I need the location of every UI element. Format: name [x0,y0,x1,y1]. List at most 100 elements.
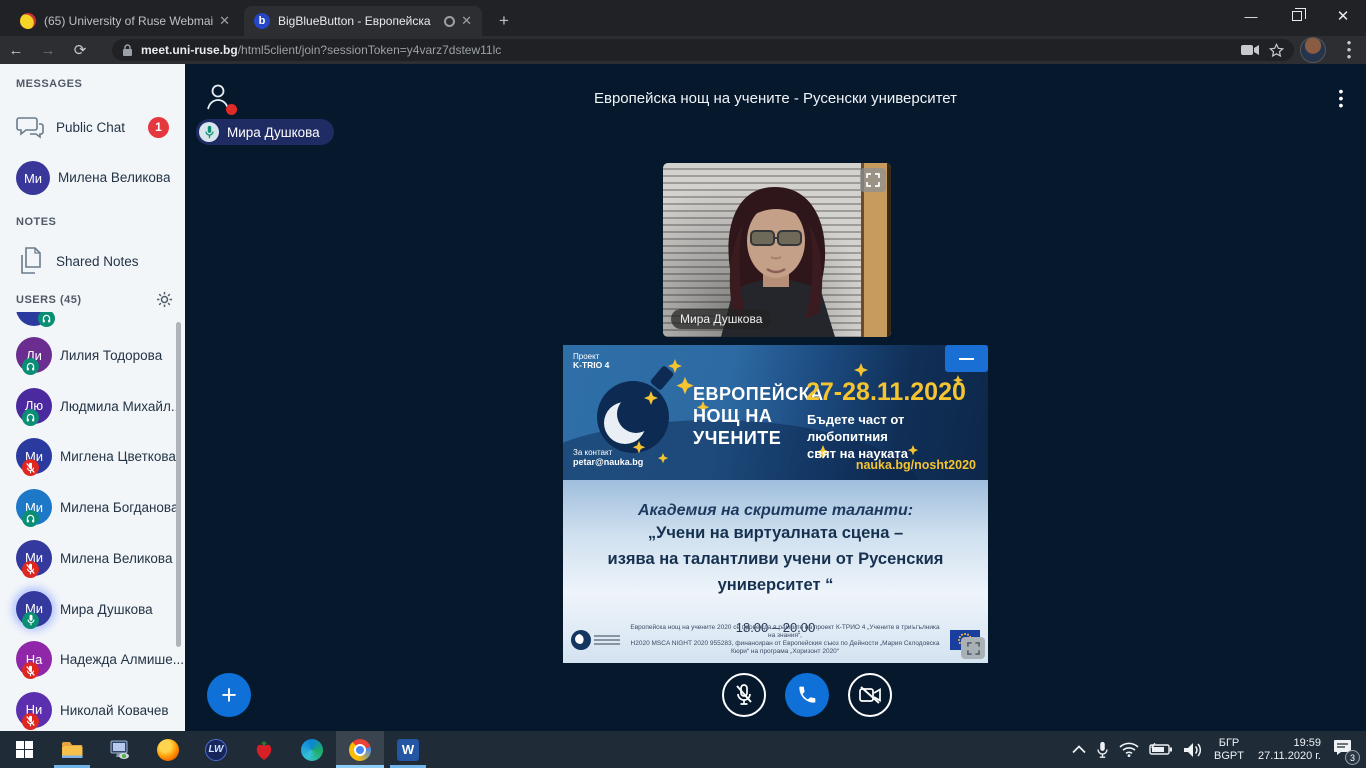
logo-caption-lines [594,633,620,647]
camera-in-use-icon[interactable] [1241,44,1259,56]
phone-icon [797,685,817,705]
window-close-button[interactable]: ✕ [1320,0,1366,32]
status-icon [22,713,39,730]
status-icon [22,561,39,578]
users-header: USERS (45) [16,294,186,306]
notes-pages-icon [18,247,44,277]
notes-header: NOTES [16,216,56,228]
forward-button[interactable]: → [32,42,64,59]
actions-plus-button[interactable]: + [207,673,251,717]
slide-footnote: Европейска нощ на учените 2020 се провеж… [620,624,950,656]
browser-profile-avatar[interactable] [1300,37,1326,63]
talking-indicator[interactable]: Мира Душкова [196,119,334,145]
reload-button[interactable]: ⟳ [64,41,96,59]
private-chat-item[interactable]: Ми Милена Великова [0,156,185,200]
user-list[interactable]: Ли Лилия Тодорова Лю Людмила Михайл... М… [0,312,185,731]
action-center-button[interactable]: 3 [1333,739,1352,761]
chat-bubbles-icon [16,115,44,141]
options-menu-icon[interactable]: ••• [1334,88,1348,109]
slide-body: Академия на скритите таланти: „Учени на … [563,480,988,663]
user-list-item[interactable]: Ми Мира Душкова [0,584,185,634]
mute-toggle-button[interactable] [722,673,766,717]
status-icon [22,510,39,527]
unread-messages-badge: 1 [148,117,169,138]
system-tray: БГРBGPT 19:59 27.11.2020 г. 3 [1067,731,1366,768]
window-restore-button[interactable] [1274,0,1320,32]
listen-only-icon [38,312,55,327]
tab-title: BigBlueButton - Европейска [278,14,438,28]
mic-on-icon [199,122,219,142]
tab-close-icon[interactable]: ✕ [219,13,230,29]
user-list-item[interactable]: На Надежда Алмише... [0,634,185,684]
tab-bigbluebutton[interactable]: b BigBlueButton - Европейска ✕ [244,6,482,36]
minimize-presentation-button[interactable] [945,345,988,372]
tray-battery-icon[interactable] [1149,743,1173,756]
address-bar[interactable]: meet.uni-ruse.bg/html5client/join?sessio… [112,39,1294,61]
tray-chevron-up-icon[interactable] [1072,745,1086,754]
public-chat-label: Public Chat [56,120,125,135]
tab-audio-indicator-icon [444,16,455,27]
taskbar-file-explorer[interactable] [48,731,96,768]
user-list-item[interactable]: Ли Лилия Тодорова [0,330,185,380]
public-chat-item[interactable]: Public Chat 1 [0,106,185,150]
webcam-video[interactable]: Мира Душкова [663,163,891,337]
user-list-item[interactable]: Ми Миглена Цветкова [0,431,185,481]
tray-time: 19:59 [1293,737,1321,749]
taskbar-computer-management[interactable] [96,731,144,768]
leave-audio-button[interactable] [785,673,829,717]
status-icon [22,358,39,375]
event-dates: 27-28.11.2020 [806,378,966,407]
firefox-icon [157,739,179,761]
presentation-fullscreen-button[interactable] [961,637,985,659]
taskbar-word[interactable]: W [384,731,432,768]
taskbar-chrome[interactable] [336,731,384,768]
back-button[interactable]: ← [0,42,32,59]
webmail-favicon-icon [20,13,36,29]
user-list-item[interactable]: Ми Милена Великова [0,533,185,583]
webcam-fullscreen-button[interactable] [860,168,886,192]
shared-notes-item[interactable]: Shared Notes [0,240,185,284]
slide-footer: Европейска нощ на учените 2020 се провеж… [571,627,980,653]
taskbar-edge[interactable] [288,731,336,768]
tab-webmail[interactable]: (65) University of Ruse Webmail :: ✕ [10,6,240,36]
presentation-slide[interactable]: ПроектK-TRIO 4 ЕВРОПЕЙСКА НОЩ НА УЧЕНИТЕ… [563,345,988,663]
file-explorer-icon [61,739,83,761]
tray-volume-icon[interactable] [1183,742,1203,758]
user-name: Милена Богданова [60,500,178,515]
userlist-scrollbar[interactable] [176,322,181,647]
user-list-item[interactable]: Ни Николай Ковачев [0,685,185,731]
tray-wifi-icon[interactable] [1119,742,1139,757]
taskbar-firefox[interactable] [144,731,192,768]
tray-date: 27.11.2020 г. [1258,750,1321,762]
users-settings-gear-icon[interactable] [156,291,173,308]
event-title: ЕВРОПЕЙСКА НОЩ НА УЧЕНИТЕ [693,383,824,449]
lock-icon [122,44,133,57]
user-name: Миглена Цветкова [60,449,176,464]
event-website: nauka.bg/nosht2020 [856,458,976,472]
windows-logo-icon [16,741,33,758]
bbb-main-area: Европейска нощ на учените - Русенски уни… [185,64,1366,731]
webcam-off-icon [858,685,882,705]
notification-count-badge: 3 [1345,750,1360,765]
new-tab-button[interactable]: + [492,9,516,33]
taskbar-strawberry-app[interactable] [240,731,288,768]
tray-microphone-icon[interactable] [1096,741,1109,759]
bbb-sidebar: MESSAGES Public Chat 1 Ми Милена Великов… [0,64,185,731]
keyboard-language-indicator[interactable]: БГРBGPT [1214,737,1244,763]
browser-menu-icon[interactable]: ••• [1341,39,1357,61]
share-webcam-button[interactable] [848,673,892,717]
browser-toolbar: ← → ⟳ meet.uni-ruse.bg/html5client/join?… [0,36,1366,64]
user-list-item[interactable]: Ми Милена Богданова [0,482,185,532]
taskbar-lw-app[interactable]: LW [192,731,240,768]
event-tagline: Бъдете част от любопитниясвят на науката [807,411,988,462]
bookmark-star-icon[interactable] [1269,43,1284,58]
tab-close-icon[interactable]: ✕ [461,13,472,29]
user-list-item[interactable]: Лю Людмила Михайл... [0,381,185,431]
meeting-title: Европейска нощ на учените - Русенски уни… [185,90,1366,107]
edge-icon [301,739,323,761]
clock-date[interactable]: 19:59 27.11.2020 г. [1258,737,1321,763]
window-minimize-button[interactable]: — [1228,0,1274,32]
start-button[interactable] [0,731,48,768]
status-icon [22,612,39,629]
messages-header: MESSAGES [16,78,82,90]
